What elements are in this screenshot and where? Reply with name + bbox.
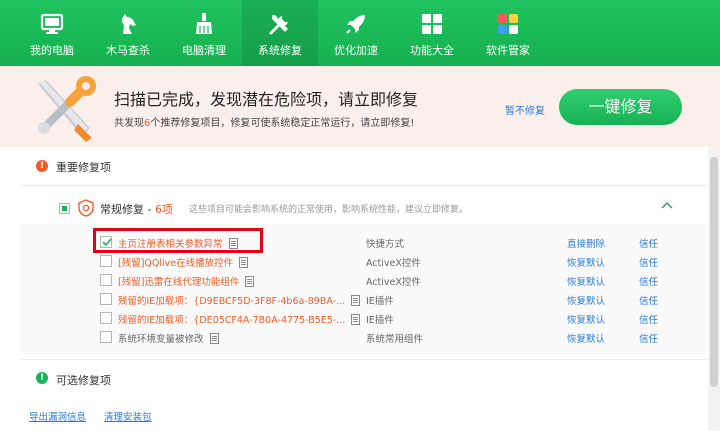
nav-label: 电脑清理 (182, 44, 226, 57)
group-count: 6项 (154, 203, 173, 216)
wrench-screwdriver-icon (269, 15, 288, 35)
nav-label: 优化加速 (334, 44, 378, 57)
item-type: ActiveX控件 (366, 277, 421, 288)
item-checkbox[interactable] (100, 331, 112, 343)
nav-item-software-manager[interactable]: 软件管家 (470, 0, 546, 66)
repair-item-row[interactable]: [残留]QQlive在线播放控件 ActiveX控件 恢复默认 信任 (0, 252, 708, 271)
item-checkbox[interactable] (100, 293, 112, 305)
item-checkbox[interactable] (100, 255, 112, 267)
details-doc-icon[interactable] (239, 257, 249, 268)
group-title[interactable]: 常规修复 - 6项 (100, 201, 173, 217)
item-checkbox[interactable] (100, 274, 112, 286)
details-doc-icon[interactable] (245, 276, 255, 287)
nav-label: 木马查杀 (106, 44, 150, 57)
broom-icon (196, 13, 212, 34)
chevron-up-icon[interactable] (660, 199, 674, 211)
item-checkbox[interactable] (100, 312, 112, 324)
monitor-icon (40, 13, 64, 34)
item-name-text: 残留的IE加载项：{DE05CF4A-7B0A-4775-B5E5-... (118, 315, 346, 326)
item-trust-link[interactable]: 信任 (639, 312, 658, 326)
group-select-checkbox[interactable] (59, 203, 70, 214)
item-type: 快捷方式 (366, 239, 405, 250)
skip-repair-link[interactable]: 暂不修复 (505, 102, 545, 117)
clean-installers-link[interactable]: 清理安装包 (104, 409, 152, 423)
group-description: 这些项目可能会影响系统的正常使用，影响系统性能，建议立即修复。 (189, 205, 469, 215)
scan-result-banner: 扫描已完成，发现潜在危险项，请立即修复 共发现6个推荐修复项目，修复可使系统稳定… (0, 66, 720, 147)
app-window: 我的电脑 木马查杀 电脑清理 系统修复 优化加速 功能大全 软件管家 扫描已完成… (0, 0, 720, 431)
optional-section-title: 可选修复项 (56, 374, 111, 387)
subtitle-suffix: 个推荐修复项目，修复可使系统稳定正常运行，请立即修复! (150, 118, 415, 129)
item-action-link[interactable]: 恢复默认 (567, 331, 605, 345)
nav-label: 功能大全 (410, 44, 454, 57)
item-type: 系统常用组件 (366, 334, 424, 345)
nav-item-trojan-scan[interactable]: 木马查杀 (90, 0, 166, 66)
item-trust-link[interactable]: 信任 (639, 236, 658, 250)
item-action-link[interactable]: 恢复默认 (567, 312, 605, 326)
item-trust-link[interactable]: 信任 (639, 274, 658, 288)
nav-item-pc-cleanup[interactable]: 电脑清理 (166, 0, 242, 66)
details-doc-icon[interactable] (209, 333, 219, 344)
group-name: 常规修复 - (100, 203, 155, 216)
nav-item-optimize[interactable]: 优化加速 (318, 0, 394, 66)
item-type: IE插件 (366, 296, 394, 307)
repair-item-row[interactable]: 残留的IE加载项：{D9EBCF5D-3F8F-4b6a-89BA-... IE… (0, 290, 708, 309)
item-action-link[interactable]: 恢复默认 (567, 255, 605, 269)
item-action-link[interactable]: 恢复默认 (567, 274, 605, 288)
item-trust-link[interactable]: 信任 (639, 255, 658, 269)
item-action-link[interactable]: 直接删除 (567, 236, 605, 250)
repair-tools-illustration (38, 76, 96, 142)
software-grid-icon (498, 14, 518, 34)
item-name-text: 系统环境变量被修改 (118, 334, 204, 345)
shield-icon (78, 199, 94, 217)
item-name-text: 残留的IE加载项：{D9EBCF5D-3F8F-4b6a-89BA-... (118, 296, 346, 307)
export-vulnerability-link[interactable]: 导出漏洞信息 (29, 409, 86, 423)
important-section-title: 重要修复项 (56, 161, 111, 174)
item-action-link[interactable]: 恢复默认 (567, 293, 605, 307)
nav-label: 我的电脑 (30, 44, 74, 57)
grid-icon (422, 14, 442, 34)
top-nav: 我的电脑 木马查杀 电脑清理 系统修复 优化加速 功能大全 软件管家 (0, 0, 720, 66)
details-doc-icon[interactable] (351, 295, 361, 306)
horse-icon (121, 14, 136, 34)
nav-item-features[interactable]: 功能大全 (394, 0, 470, 66)
item-trust-link[interactable]: 信任 (639, 293, 658, 307)
item-type: IE插件 (366, 315, 394, 326)
section-divider (20, 359, 708, 360)
scrollbar-thumb[interactable] (710, 157, 718, 387)
one-click-fix-button[interactable]: 一键修复 (559, 89, 682, 125)
nav-label: 软件管家 (486, 44, 530, 57)
repair-item-row[interactable]: 系统环境变量被修改 系统常用组件 恢复默认 信任 (0, 328, 708, 347)
subtitle-prefix: 共发现 (114, 118, 144, 129)
details-doc-icon[interactable] (351, 314, 361, 325)
nav-label: 系统修复 (258, 44, 302, 57)
item-name[interactable]: 系统环境变量被修改 (118, 331, 219, 345)
item-type: ActiveX控件 (366, 258, 421, 269)
vertical-scrollbar[interactable] (708, 147, 720, 431)
red-highlight-box (93, 228, 263, 253)
rocket-icon (346, 15, 365, 34)
nav-item-system-repair[interactable]: 系统修复 (242, 0, 318, 66)
banner-subtitle: 共发现6个推荐修复项目，修复可使系统稳定正常运行，请立即修复! (114, 114, 414, 129)
item-name[interactable]: [残留]QQlive在线播放控件 (118, 255, 249, 269)
item-name[interactable]: 残留的IE加载项：{DE05CF4A-7B0A-4775-B5E5-... (118, 312, 361, 326)
item-trust-link[interactable]: 信任 (639, 331, 658, 345)
item-name-text: [残留]QQlive在线播放控件 (118, 258, 234, 269)
warning-icon: ! (36, 160, 48, 172)
repair-item-row[interactable]: 残留的IE加载项：{DE05CF4A-7B0A-4775-B5E5-... IE… (0, 309, 708, 328)
repair-list: ! 重要修复项 常规修复 - 6项 这些项目可能会影响系统的正常使用，影响系统性… (0, 147, 708, 431)
info-icon: ! (36, 372, 48, 384)
repair-item-row[interactable]: [残留]迅雷在线代理功能组件 ActiveX控件 恢复默认 信任 (0, 271, 708, 290)
item-name-text: [残留]迅雷在线代理功能组件 (118, 277, 240, 288)
banner-title: 扫描已完成，发现潜在危险项，请立即修复 (114, 90, 419, 109)
item-name[interactable]: [残留]迅雷在线代理功能组件 (118, 274, 255, 288)
item-name[interactable]: 残留的IE加载项：{D9EBCF5D-3F8F-4b6a-89BA-... (118, 293, 361, 307)
section-divider (20, 185, 708, 186)
nav-item-my-computer[interactable]: 我的电脑 (14, 0, 90, 66)
